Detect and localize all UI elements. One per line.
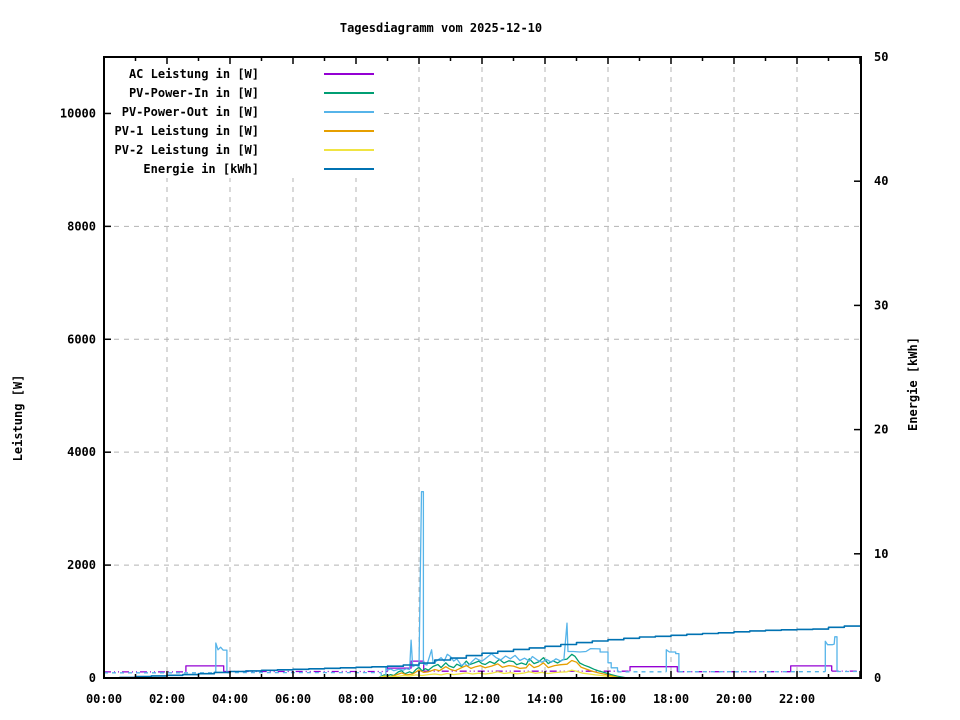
x-tick-label: 04:00 [212, 692, 248, 706]
y-left-tick-label: 2000 [67, 558, 96, 572]
x-tick-label: 14:00 [527, 692, 563, 706]
y-left-tick-label: 4000 [67, 445, 96, 459]
x-tick-label: 22:00 [779, 692, 815, 706]
x-tick-label: 08:00 [338, 692, 374, 706]
x-tick-label: 20:00 [716, 692, 752, 706]
y-right-tick-label: 10 [874, 547, 888, 561]
legend-label-pv1: PV-1 Leistung in [W] [115, 124, 260, 138]
y-right-tick-label: 50 [874, 50, 888, 64]
legend-label-pvout: PV-Power-Out in [W] [122, 105, 259, 119]
y-left-tick-label: 6000 [67, 332, 96, 346]
y-right-tick-label: 30 [874, 298, 888, 312]
x-tick-label: 00:00 [86, 692, 122, 706]
y-right-tick-label: 0 [874, 671, 881, 685]
left-axis-label: Leistung [W] [11, 375, 25, 462]
y-left-tick-label: 0 [89, 671, 96, 685]
y-left-tick-label: 8000 [67, 219, 96, 233]
y-right-tick-label: 20 [874, 423, 888, 437]
legend-label-energie: Energie in [kWh] [143, 162, 259, 176]
x-tick-label: 02:00 [149, 692, 185, 706]
x-tick-label: 06:00 [275, 692, 311, 706]
x-tick-label: 18:00 [653, 692, 689, 706]
x-tick-label: 12:00 [464, 692, 500, 706]
legend-label-pv2: PV-2 Leistung in [W] [115, 143, 260, 157]
y-right-tick-label: 40 [874, 174, 888, 188]
legend-label-pvin: PV-Power-In in [W] [129, 86, 259, 100]
chart-title: Tagesdiagramm vom 2025-12-10 [340, 21, 542, 35]
x-tick-label: 10:00 [401, 692, 437, 706]
tagesdiagramm-page: 00:00 02:00 04:00 06:00 08:00 10:00 12:00 14:00… [0, 0, 960, 720]
x-tick-label: 16:00 [590, 692, 626, 706]
y-left-tick-label: 10000 [60, 106, 96, 120]
legend-label-ac: AC Leistung in [W] [129, 67, 259, 81]
right-axis-label: Energie [kWh] [906, 337, 920, 431]
tagesdiagramm-chart: 00:00 02:00 04:00 06:00 08:00 10:00 12:00 14:00… [0, 0, 960, 720]
